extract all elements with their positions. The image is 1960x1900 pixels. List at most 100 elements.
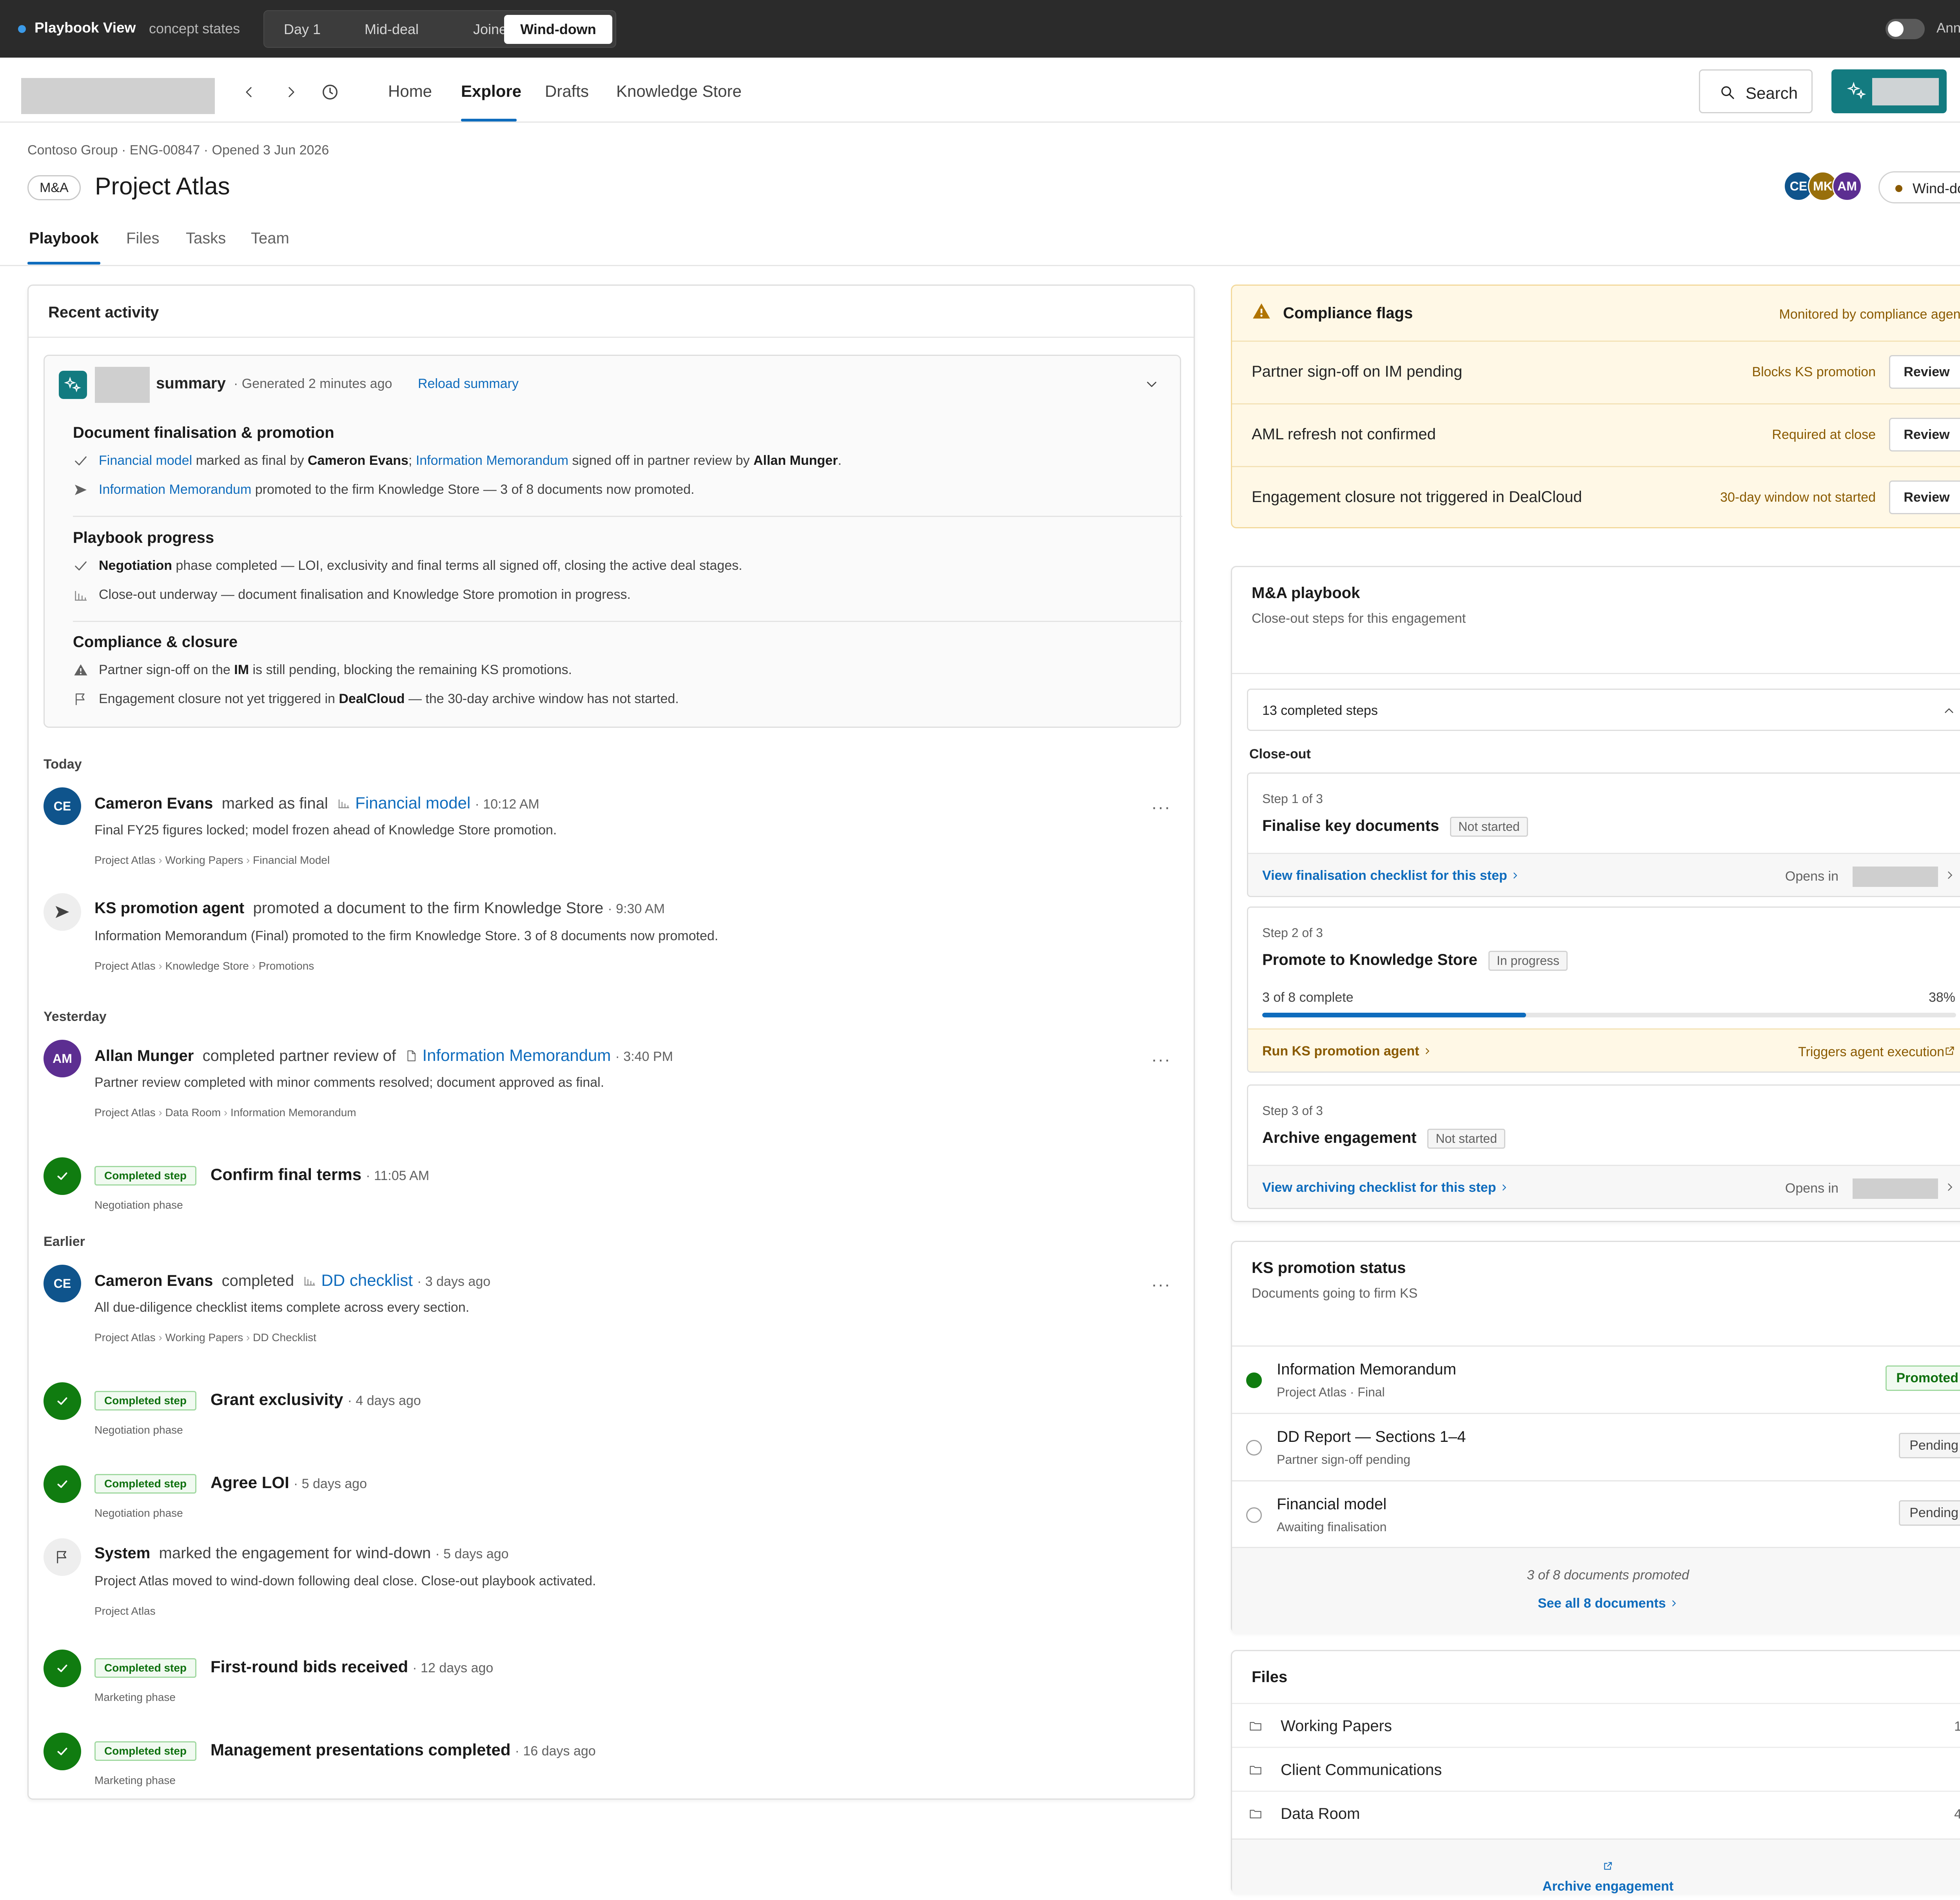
sparkle-icon <box>1847 82 1866 100</box>
see-all-label: See all 8 documents <box>1537 1596 1666 1611</box>
step-title[interactable]: Grant exclusivity <box>211 1390 343 1409</box>
document-link[interactable]: Information Memorandum <box>99 482 251 497</box>
opens-in-app-placeholder <box>1853 867 1938 887</box>
path-segment[interactable]: Information Memorandum <box>230 1106 356 1119</box>
step-link-label: View finalisation checklist for this ste… <box>1262 868 1507 883</box>
summary-run: — the 30-day archive window has not star… <box>405 691 679 706</box>
step-title[interactable]: First-round bids received <box>211 1657 408 1676</box>
document-link[interactable]: DD checklist <box>321 1271 413 1289</box>
more-options-icon[interactable]: ··· <box>1151 1050 1171 1070</box>
summary-run: phase completed — LOI, exclusivity and f… <box>172 558 742 573</box>
step-title[interactable]: Agree LOI <box>211 1473 289 1492</box>
check-circle-icon <box>44 1650 81 1687</box>
review-button[interactable]: Review <box>1889 480 1960 514</box>
avatar: AM <box>44 1040 81 1077</box>
avatar-initials: CE <box>53 1276 71 1291</box>
document-link[interactable]: Information Memorandum <box>416 453 568 468</box>
nav-drafts[interactable]: Drafts <box>545 82 589 101</box>
folder-row[interactable]: Data Room 42 <box>1232 1791 1960 1835</box>
team-avatar-am[interactable]: AM <box>1832 171 1862 201</box>
step-footer[interactable]: View archiving checklist for this step O… <box>1248 1165 1960 1208</box>
timestamp: · 9:30 AM <box>608 901 665 916</box>
summary-run: Partner sign-off on the <box>99 662 234 677</box>
document-link[interactable]: Financial model <box>355 794 470 812</box>
nav-explore[interactable]: Explore <box>461 82 521 101</box>
history-icon[interactable] <box>318 80 342 104</box>
state-day-1[interactable]: Day 1 <box>269 15 336 44</box>
path-separator: › <box>155 960 165 972</box>
status-badge[interactable]: Wind-down <box>1878 171 1960 203</box>
review-button[interactable]: Review <box>1889 418 1960 451</box>
step-number: Step 3 of 3 <box>1262 1104 1323 1118</box>
nav-knowledge-store[interactable]: Knowledge Store <box>616 82 742 101</box>
step-footer[interactable]: Run KS promotion agent Triggers agent ex… <box>1248 1028 1960 1071</box>
completed-steps-toggle[interactable]: 13 completed steps <box>1247 689 1960 731</box>
step-title[interactable]: Management presentations completed <box>211 1740 511 1759</box>
see-all-documents-link[interactable]: See all 8 documents <box>1232 1596 1960 1611</box>
folder-row[interactable]: Working Papers 14 <box>1232 1703 1960 1747</box>
ks-doc-sub: Project Atlas · Final <box>1277 1385 1385 1399</box>
path-segment[interactable]: Knowledge Store <box>165 960 249 972</box>
tab-files[interactable]: Files <box>126 230 159 247</box>
activity-path: Project Atlas › Data Room › Information … <box>94 1106 356 1119</box>
copilot-button[interactable] <box>1831 69 1947 113</box>
step-footer[interactable]: View finalisation checklist for this ste… <box>1248 853 1960 896</box>
ks-document-row[interactable]: Information Memorandum Project Atlas · F… <box>1232 1345 1960 1413</box>
folder-name: Client Communications <box>1281 1761 1442 1779</box>
completed-steps-label: 13 completed steps <box>1262 703 1378 718</box>
avatar: CE <box>44 1265 81 1302</box>
step-link[interactable]: View archiving checklist for this step <box>1262 1180 1508 1195</box>
tab-team[interactable]: Team <box>251 230 289 247</box>
path-segment[interactable]: Working Papers <box>165 1331 243 1343</box>
document-link[interactable]: Financial model <box>99 453 192 468</box>
path-segment[interactable]: Financial Model <box>253 854 330 866</box>
folder-row[interactable]: Client Communications 7 <box>1232 1747 1960 1791</box>
page-title: Project Atlas <box>95 173 230 200</box>
concept-bar: Playbook View concept states Day 1 Mid-d… <box>0 0 1960 58</box>
ks-subtitle: Documents going to firm KS <box>1252 1286 1418 1301</box>
path-segment[interactable]: Project Atlas <box>94 1331 156 1343</box>
actor-name[interactable]: Cameron Evans <box>94 795 213 812</box>
document-link[interactable]: Information Memorandum <box>423 1046 611 1064</box>
actor-name[interactable]: Cameron Evans <box>94 1272 213 1289</box>
step-phase: Marketing phase <box>94 1774 176 1786</box>
avatar-initials: CE <box>53 799 71 813</box>
step-title[interactable]: Confirm final terms <box>211 1165 361 1184</box>
ks-document-row[interactable]: DD Report — Sections 1–4 Partner sign-of… <box>1232 1413 1960 1480</box>
path-segment[interactable]: Project Atlas <box>94 854 156 866</box>
archive-engagement-link[interactable]: Archive engagement <box>1232 1859 1960 1894</box>
timestamp: · 10:12 AM <box>475 797 539 812</box>
path-segment[interactable]: Project Atlas <box>94 1106 156 1119</box>
path-segment[interactable]: Working Papers <box>165 854 243 866</box>
state-wind-down[interactable]: Wind-down <box>504 15 612 44</box>
activity-headline: KS promotion agent promoted a document t… <box>94 899 665 917</box>
summary-divider <box>73 516 1182 517</box>
run-agent-link[interactable]: Run KS promotion agent <box>1262 1044 1432 1059</box>
actor-name[interactable]: KS promotion agent <box>94 899 244 917</box>
reload-summary-link[interactable]: Reload summary <box>418 376 519 392</box>
review-button[interactable]: Review <box>1889 355 1960 389</box>
search-button[interactable]: Search <box>1699 69 1813 113</box>
emphasis-text: DealCloud <box>339 691 405 706</box>
annotations-toggle[interactable] <box>1886 19 1925 39</box>
back-icon[interactable] <box>238 80 261 104</box>
step-link[interactable]: View finalisation checklist for this ste… <box>1262 868 1519 883</box>
path-segment[interactable]: Project Atlas <box>94 1605 156 1617</box>
more-options-icon[interactable]: ··· <box>1151 798 1171 817</box>
tab-tasks[interactable]: Tasks <box>186 230 226 247</box>
ks-title: KS promotion status <box>1252 1259 1406 1276</box>
state-mid-deal[interactable]: Mid-deal <box>339 15 445 44</box>
nav-home[interactable]: Home <box>388 82 432 101</box>
path-segment[interactable]: Promotions <box>259 960 314 972</box>
path-segment[interactable]: Data Room <box>165 1106 221 1119</box>
more-options-icon[interactable]: ··· <box>1151 1275 1171 1294</box>
path-segment[interactable]: DD Checklist <box>253 1331 316 1343</box>
forward-icon[interactable] <box>279 80 303 104</box>
path-segment[interactable]: Project Atlas <box>94 960 156 972</box>
actor-name[interactable]: Allan Munger <box>94 1047 194 1064</box>
chevron-down-icon[interactable] <box>1145 377 1159 393</box>
ks-document-row[interactable]: Financial model Awaiting finalisation Pe… <box>1232 1480 1960 1548</box>
step-headline: Completed step Grant exclusivity · 4 days… <box>94 1390 421 1411</box>
activity-description: Partner review completed with minor comm… <box>94 1075 604 1090</box>
tab-playbook[interactable]: Playbook <box>29 230 99 247</box>
